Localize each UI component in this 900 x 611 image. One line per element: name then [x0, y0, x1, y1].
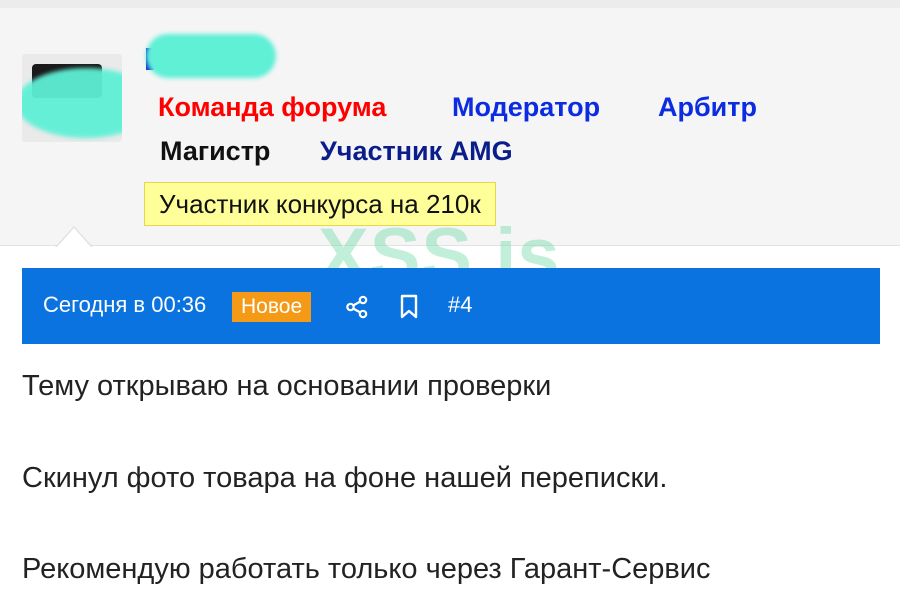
post-paragraph: Рекомендую работать только через Гарант-…: [22, 553, 711, 585]
redaction-blur: [146, 34, 276, 78]
top-strip: [0, 0, 900, 8]
share-icon[interactable]: [344, 294, 370, 320]
post-header-bar: Сегодня в 00:36 Новое #4: [22, 268, 880, 344]
role-amg-member: Участник AMG: [320, 136, 513, 166]
role-arbiter: Арбитр: [658, 92, 757, 122]
role-master: Магистр: [160, 136, 271, 166]
username[interactable]: [146, 34, 276, 82]
post-paragraph: Тему открываю на основании проверки: [22, 370, 552, 402]
pointer-arrow: [57, 228, 91, 247]
bookmark-icon[interactable]: [398, 294, 420, 320]
post-number[interactable]: #4: [448, 292, 472, 318]
role-moderator: Модератор: [452, 92, 601, 122]
post-date[interactable]: Сегодня в 00:36: [43, 292, 206, 318]
avatar[interactable]: [22, 54, 122, 142]
role-team: Команда форума: [158, 92, 387, 122]
user-info-panel: Команда форума Модератор Арбитр Магистр …: [0, 8, 900, 246]
redaction-blur: [22, 68, 122, 138]
post-paragraph: Скинул фото товара на фоне нашей перепис…: [22, 462, 668, 494]
new-badge: Новое: [232, 292, 312, 322]
